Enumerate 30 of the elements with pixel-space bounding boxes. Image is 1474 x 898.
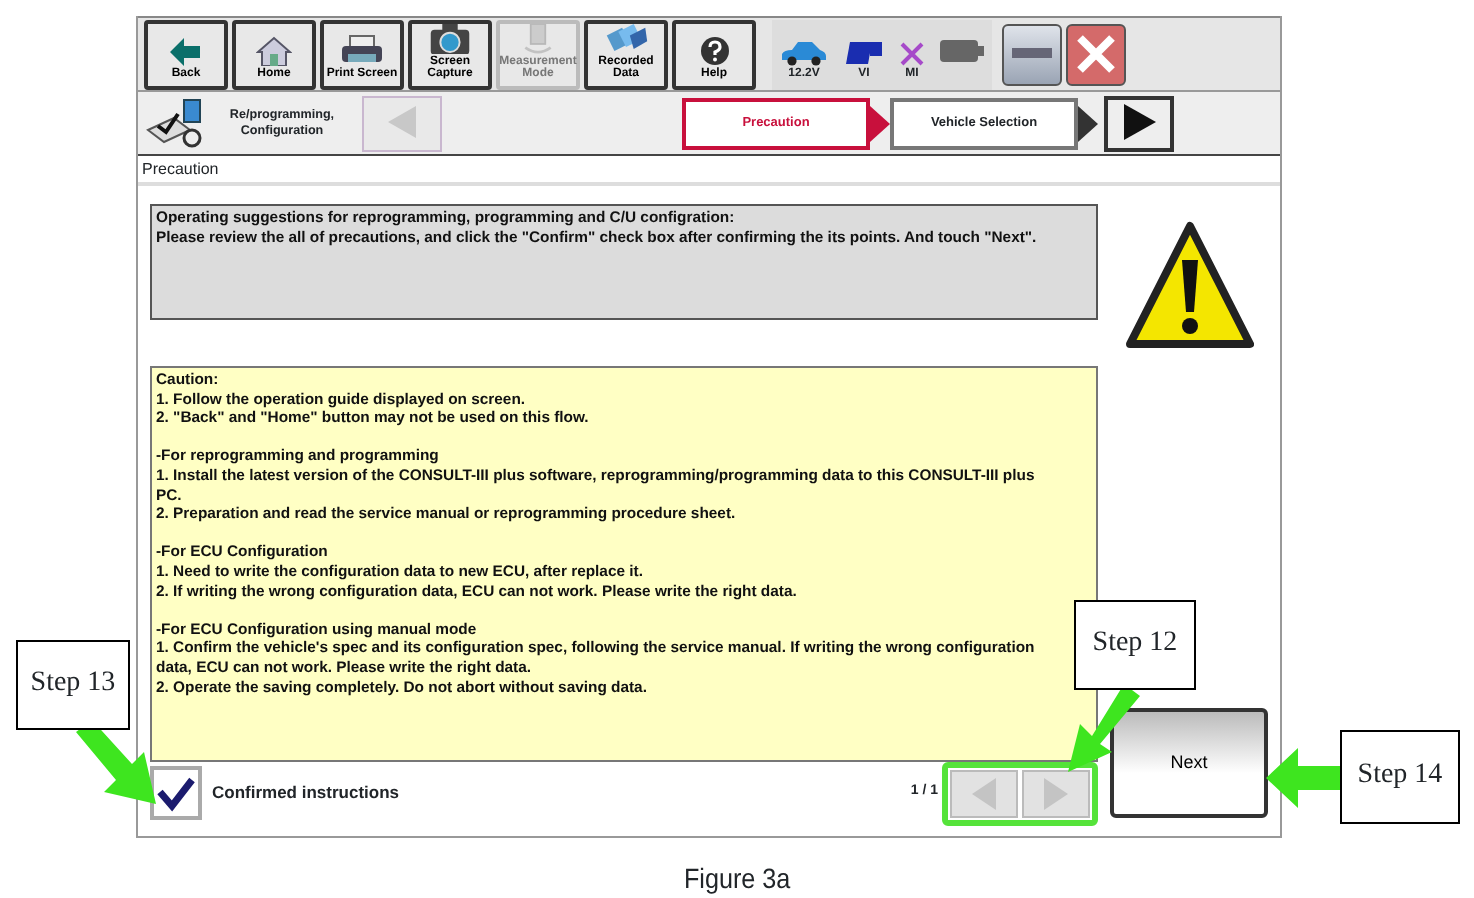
car-icon	[780, 39, 828, 65]
left-triangle-icon	[972, 778, 996, 811]
minimize-icon	[1012, 47, 1052, 60]
close-icon	[1074, 31, 1118, 76]
device-icon	[844, 39, 884, 65]
programming-icon	[146, 97, 206, 149]
confirm-checkbox[interactable]	[150, 766, 202, 820]
cross-icon	[900, 41, 924, 65]
help-icon	[699, 36, 729, 67]
checkbox-label: Confirmed instructions	[212, 780, 400, 806]
camera-icon	[428, 23, 472, 54]
left-triangle-icon	[388, 106, 416, 139]
right-triangle-icon	[1044, 778, 1068, 811]
house-icon	[256, 36, 292, 67]
step-callout: Step 13	[16, 640, 130, 730]
section-title: Precaution	[138, 156, 1280, 186]
step-callout: Step 14	[1340, 730, 1460, 824]
minimize-button[interactable]	[1002, 23, 1062, 85]
folders-icon	[602, 23, 650, 54]
meter-icon	[522, 23, 554, 54]
callout-arrow	[1266, 748, 1342, 808]
close-button[interactable]	[1066, 23, 1126, 85]
next-button[interactable]: Next	[1110, 708, 1268, 818]
figure-caption: Figure 3a	[683, 860, 791, 898]
right-triangle-icon	[1123, 104, 1155, 141]
battery-icon	[940, 40, 984, 62]
back-arrow-icon	[170, 38, 202, 67]
step-callout: Step 12	[1074, 600, 1196, 690]
printer-icon	[340, 34, 384, 67]
forward-arrow-button[interactable]	[1104, 95, 1174, 151]
